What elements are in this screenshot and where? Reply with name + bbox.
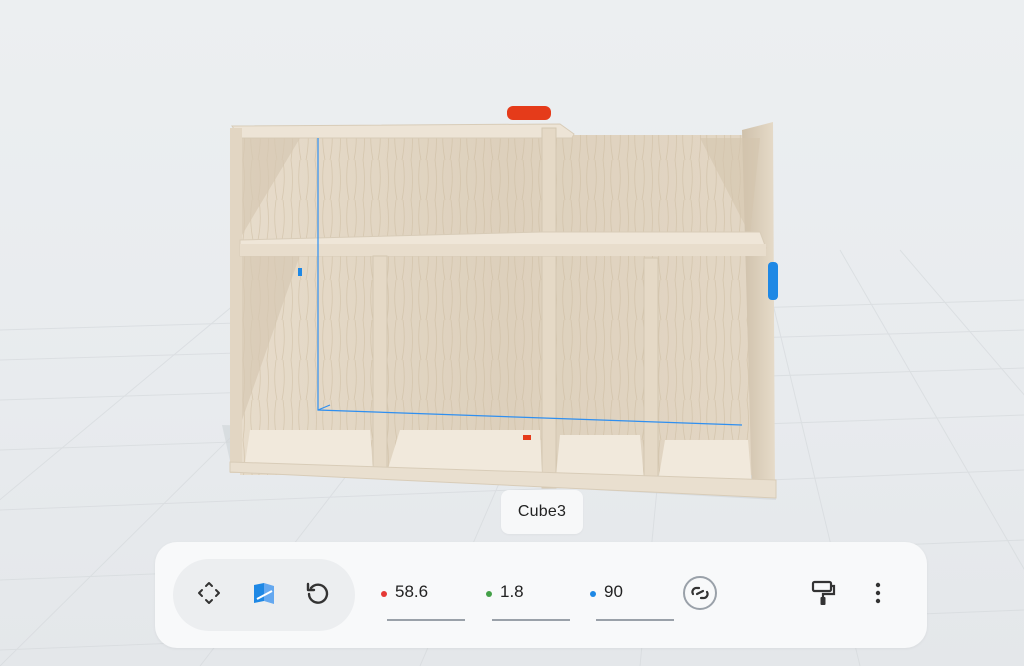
z-value: 90: [604, 582, 623, 601]
move-arrows-icon: [196, 580, 222, 611]
transform-mode-group: [173, 559, 355, 631]
side-handle[interactable]: [768, 262, 778, 300]
top-handle[interactable]: [507, 106, 551, 120]
y-value: 1.8: [500, 582, 524, 601]
paint-roller-icon: [809, 579, 837, 612]
z-axis-dot: [590, 591, 596, 597]
scale-mode-button[interactable]: [244, 575, 284, 615]
move-mode-button[interactable]: [189, 575, 229, 615]
selected-object-label: Cube3: [501, 490, 583, 534]
more-vertical-icon: [874, 581, 882, 610]
object-name: Cube3: [517, 503, 567, 520]
rotate-mode-button[interactable]: [298, 575, 338, 615]
x-value: 58.6: [395, 582, 429, 601]
x-coordinate-field[interactable]: 58.6: [381, 582, 465, 622]
y-coordinate-field[interactable]: 1.8: [486, 582, 570, 622]
y-axis-dot: [486, 591, 492, 597]
rotate-icon: [305, 580, 331, 611]
transform-toolbar: 58.6 1.8 90: [155, 542, 927, 648]
link-icon: [682, 575, 718, 616]
resize-cube-icon: [250, 579, 278, 612]
x-axis-dot: [381, 591, 387, 597]
link-button[interactable]: [680, 575, 720, 615]
z-coordinate-field[interactable]: 90: [590, 582, 674, 622]
paint-button[interactable]: [803, 575, 843, 615]
more-options-button[interactable]: [858, 575, 898, 615]
